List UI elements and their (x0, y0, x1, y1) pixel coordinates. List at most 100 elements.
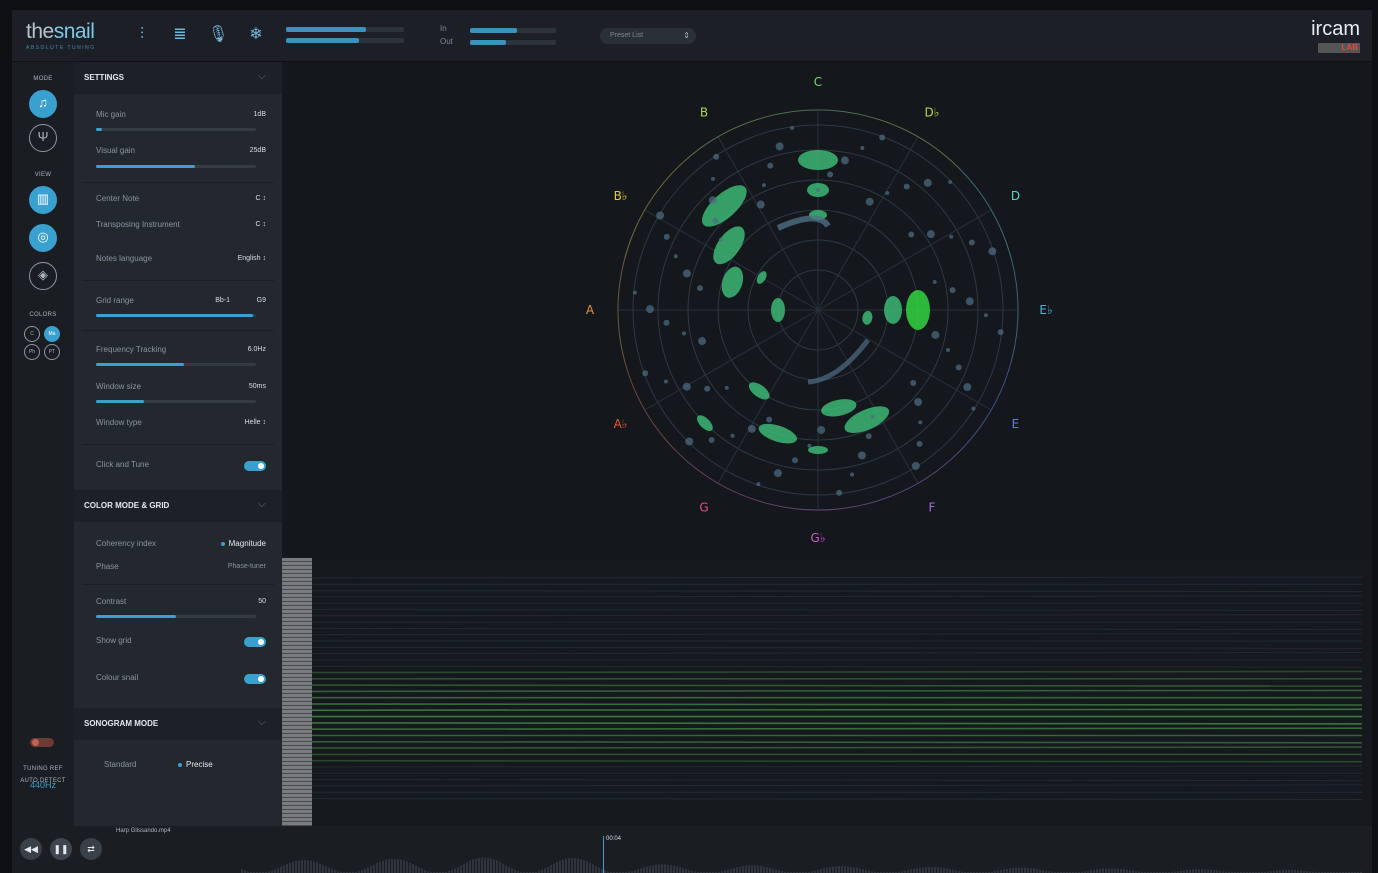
notes-language-select[interactable]: English ↕ (238, 255, 266, 262)
spectral-dot (918, 420, 923, 425)
mic-gain-slider[interactable] (96, 128, 256, 131)
colour-snail-label: Colour snail (96, 673, 139, 682)
visual-gain-slider[interactable] (96, 165, 256, 168)
color-option-phase[interactable]: Ph (24, 344, 40, 360)
sonogram-partial (311, 759, 1363, 763)
sonogram-partial (311, 779, 1363, 782)
sonogram-traces (311, 576, 1363, 800)
sonogram-partial (311, 684, 1363, 687)
spectral-dot (827, 171, 834, 178)
sonogram-partial (311, 703, 1363, 706)
color-mode-section-header[interactable]: COLOR MODE & GRID ⌵ (74, 490, 282, 522)
note-label-9: A (586, 303, 595, 317)
spectral-dot (988, 247, 997, 256)
spectral-dot (673, 254, 678, 259)
snowflake-icon[interactable]: ❄ (246, 25, 266, 45)
spectral-dot (911, 461, 920, 470)
spectral-arc (776, 215, 831, 231)
magnitude-option[interactable]: Magnitude (220, 539, 266, 548)
phase-tuner-option[interactable]: Phase-tuner (228, 563, 266, 570)
sonogram-title: SONOGRAM MODE (84, 719, 159, 728)
divider (82, 280, 274, 281)
spectral-dot (997, 329, 1004, 336)
waveform[interactable] (12, 826, 1372, 873)
spectral-dot (963, 383, 972, 392)
input-meter (470, 28, 556, 33)
spectral-dot (792, 457, 799, 464)
list-icon[interactable]: ≣ (170, 25, 190, 45)
colour-snail-toggle[interactable] (244, 674, 266, 684)
show-grid-toggle[interactable] (244, 637, 266, 647)
transposing-label: Transposing Instrument (96, 220, 180, 229)
color-option-c[interactable]: C (24, 326, 40, 342)
precise-option[interactable]: Precise (178, 760, 213, 769)
grid-range-high: G9 (256, 297, 266, 304)
click-and-tune-toggle[interactable] (244, 461, 266, 471)
energy-blob (758, 423, 798, 444)
spectral-dot (704, 385, 711, 392)
color-option-magnitude[interactable]: Ma (44, 326, 60, 342)
spectral-dot (682, 382, 691, 391)
spectral-dot (646, 305, 655, 314)
piano-view-icon[interactable]: ▥ (29, 186, 57, 214)
main-visualization[interactable]: C D♭ D E♭ E F G♭ G A♭ A B♭ B (282, 62, 1372, 826)
note-label-10: B♭ (614, 189, 628, 203)
phase-option[interactable]: Phase (96, 562, 119, 571)
out-label: Out (440, 37, 453, 46)
spectral-dot (766, 416, 773, 423)
snail-spiral-display[interactable]: C D♭ D E♭ E F G♭ G A♭ A B♭ B (282, 62, 1372, 558)
grid-range-slider[interactable] (96, 314, 256, 317)
spectral-dot (685, 437, 694, 446)
sonogram-lines (311, 576, 1363, 800)
mixer-icon[interactable]: ⫶ (132, 25, 152, 45)
spectral-dot (955, 364, 962, 371)
level-meter-top (286, 27, 404, 32)
spectral-dot (850, 472, 855, 477)
tuning-ref-value[interactable]: 440Hz (12, 780, 74, 790)
chevron-down-icon: ⌵ (257, 70, 266, 82)
coherency-index-option[interactable]: Coherency index (96, 539, 156, 548)
center-note-label: Center Note (96, 194, 140, 203)
transposing-select[interactable]: C ↕ (256, 221, 267, 228)
spectral-dot (903, 183, 910, 190)
input-meter-fill (470, 28, 518, 33)
window-size-label: Window size (96, 382, 141, 391)
sonogram-partial (311, 722, 1363, 725)
current-time: 00:04 (606, 836, 622, 842)
spiral-view-icon[interactable]: ◎ (29, 224, 57, 252)
sonogram-partial (311, 741, 1363, 744)
energy-blob (702, 185, 747, 227)
energy-blob (756, 271, 767, 284)
spectral-dot (718, 237, 723, 242)
tuning-fork-mode-icon[interactable]: Ψ (29, 124, 57, 152)
standard-option[interactable]: Standard (104, 760, 136, 769)
spectral-dot (916, 440, 923, 447)
sonogram-display[interactable] (282, 558, 1372, 826)
sonogram-section-header[interactable]: SONOGRAM MODE ⌵ (74, 708, 282, 740)
sonogram-partial (311, 798, 1363, 800)
settings-section-header[interactable]: SETTINGS ⌵ (74, 62, 282, 94)
window-size-slider[interactable] (96, 400, 256, 403)
center-note-select[interactable]: C ↕ (256, 195, 267, 202)
playhead[interactable] (603, 836, 604, 873)
window-type-select[interactable]: Helle ↕ (245, 419, 266, 426)
spectral-dot (885, 190, 890, 195)
mode-label: MODE (33, 76, 53, 82)
energy-blob (884, 296, 902, 324)
auto-detect-toggle[interactable] (30, 738, 54, 747)
color-option-phase-tuner[interactable]: PT (44, 344, 60, 360)
radio-selected-icon (220, 541, 225, 546)
energy-blob (713, 226, 745, 265)
mic-icon[interactable]: 🎙 (208, 25, 228, 45)
contrast-slider[interactable] (96, 615, 256, 618)
frequency-tracking-slider[interactable] (96, 363, 256, 366)
spectral-dot (914, 398, 923, 407)
tuner-view-icon[interactable]: ◈ (29, 262, 57, 290)
music-note-mode-icon[interactable]: ♫ (29, 90, 57, 118)
mic-gain-label: Mic gain (96, 110, 126, 119)
spectral-dot (865, 197, 874, 206)
sonogram-partial (311, 614, 1363, 617)
preset-list-select[interactable]: Preset List ⇕ (600, 28, 696, 44)
sonogram-partial (311, 689, 1363, 693)
grid-spoke (817, 309, 919, 484)
